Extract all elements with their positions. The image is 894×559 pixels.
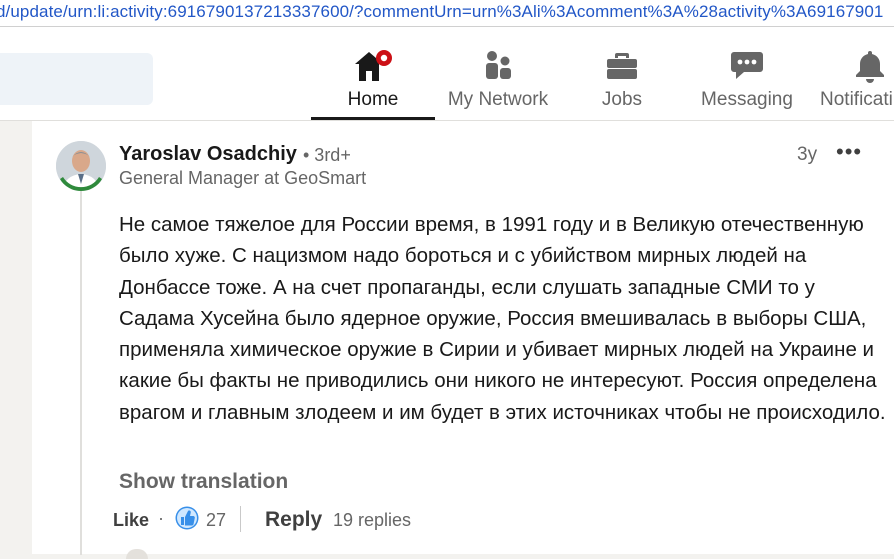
comment-author-name[interactable]: Yaroslav Osadchiy [119,143,297,166]
home-icon [353,49,393,89]
thread-line [80,185,82,555]
url-text: d/update/urn:li:activity:691679013721333… [0,2,884,21]
author-headline: General Manager at GeoSmart [119,168,367,188]
nav-item-jobs[interactable]: Jobs [560,27,684,120]
bell-icon [854,49,886,89]
like-reaction-icon[interactable] [175,506,199,530]
comment-body: Не самое тяжелое для России время, в 199… [119,213,886,424]
nav-label-home: Home [347,89,399,110]
show-translation-button[interactable]: Show translation [119,470,288,494]
nav-label-messaging: Messaging [701,89,793,110]
more-options-icon[interactable]: ••• [836,141,862,165]
like-count[interactable]: 27 [206,510,226,531]
action-divider [240,506,241,532]
connection-degree: • 3rd+ [303,145,351,165]
nav-item-messaging[interactable]: Messaging [684,27,810,120]
nav-item-my-network[interactable]: My Network [436,27,560,120]
comment-timestamp: 3y [797,144,818,165]
address-bar[interactable]: d/update/urn:li:activity:691679013721333… [0,0,894,27]
nav-label-my-network: My Network [447,89,549,110]
replies-count[interactable]: 19 replies [333,510,411,531]
reply-button[interactable]: Reply [265,508,322,532]
network-icon [482,49,514,87]
messaging-icon [730,49,764,87]
top-navigation: Home My Network Jobs Messaging Notificat… [0,27,894,121]
briefcase-icon [606,49,638,87]
nav-item-home[interactable]: Home [311,27,435,120]
nav-item-notifications[interactable]: Notificati [812,27,894,120]
nav-label-jobs: Jobs [601,89,643,110]
like-button[interactable]: Like [113,510,149,531]
action-separator: · [158,508,164,528]
avatar[interactable] [56,141,106,191]
nav-label-notifications: Notificati [820,89,893,110]
active-tab-indicator [311,117,435,120]
search-input[interactable] [0,53,153,105]
